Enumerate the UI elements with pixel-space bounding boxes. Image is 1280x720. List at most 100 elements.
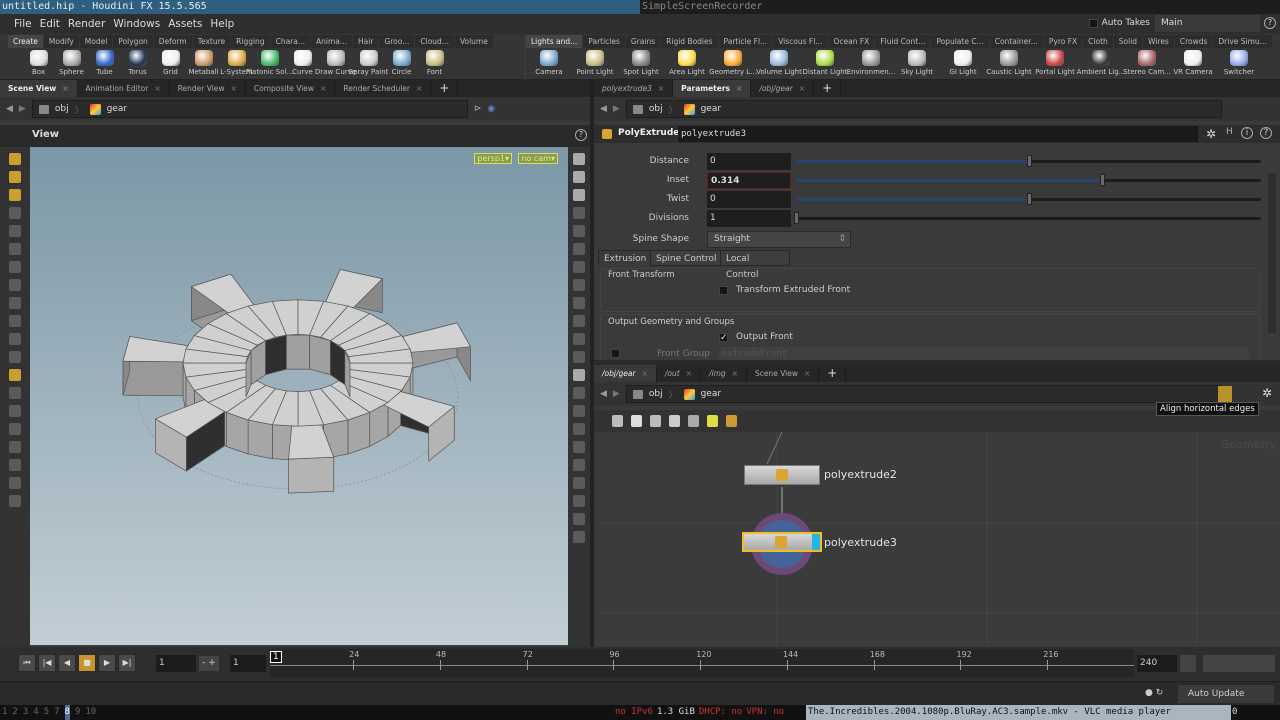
tab-parameters[interactable]: Parameters ×: [673, 80, 752, 97]
step-back-button[interactable]: |◀: [38, 654, 56, 672]
param-scrollbar[interactable]: [1268, 173, 1276, 333]
slider-handle[interactable]: [1026, 193, 1032, 205]
viewport-tool-icon[interactable]: [9, 171, 21, 183]
tab-local-control[interactable]: Local Control: [720, 250, 790, 280]
shelf-tab-fluid-cont[interactable]: Fluid Cont...: [875, 34, 931, 48]
info-icon[interactable]: i: [1241, 127, 1253, 139]
network-tool-icon[interactable]: [650, 415, 661, 427]
shelf-tab-deform[interactable]: Deform: [153, 34, 192, 48]
viewport-tool-icon[interactable]: [9, 189, 21, 201]
pin-icon[interactable]: ⊳: [474, 104, 482, 114]
back-icon[interactable]: ◀: [600, 104, 607, 114]
gear-icon[interactable]: ✲: [1262, 386, 1272, 400]
viewport-tool-icon[interactable]: [573, 531, 585, 543]
gear-icon[interactable]: ✲: [1206, 127, 1216, 141]
divisions-slider[interactable]: [794, 212, 1261, 224]
forward-icon[interactable]: ▶: [613, 104, 620, 114]
camera-menu[interactable]: persp1▾: [474, 153, 512, 164]
back-icon[interactable]: ◀: [6, 104, 13, 114]
viewport-tool-icon[interactable]: [9, 387, 21, 399]
shelf-tab-populate-c[interactable]: Populate C...: [931, 34, 989, 48]
inset-slider[interactable]: [796, 174, 1261, 186]
shelf-tab-model[interactable]: Model: [79, 34, 113, 48]
viewport-tool-icon[interactable]: [9, 369, 21, 381]
shelf-tool-camera[interactable]: Camera: [526, 50, 572, 76]
network-tool-icon[interactable]: [669, 415, 680, 427]
twist-field[interactable]: 0: [707, 191, 791, 208]
shelf-tool-tube[interactable]: Tube: [88, 50, 121, 76]
tab-render-scheduler[interactable]: Render Scheduler ×: [335, 80, 432, 97]
hda-icon[interactable]: H: [1226, 127, 1233, 137]
shelf-tool-ambient-lig[interactable]: Ambient Lig...: [1077, 50, 1125, 76]
shelf-tool-platonic-sol[interactable]: Platonic Sol...: [246, 50, 293, 76]
shelf-tool-metaball[interactable]: Metaball: [187, 50, 220, 76]
output-front-checkbox[interactable]: ✓: [719, 333, 728, 343]
viewport-tool-icon[interactable]: [573, 423, 585, 435]
shelf-tab-groo[interactable]: Groo...: [379, 34, 415, 48]
path-gear[interactable]: gear: [107, 104, 127, 114]
front-group-toggle[interactable]: [611, 349, 620, 358]
node-label-polyextrude2[interactable]: polyextrude2: [824, 468, 897, 481]
tab-render-view[interactable]: Render View ×: [170, 80, 246, 97]
viewport-tool-icon[interactable]: [573, 495, 585, 507]
tab-animation-editor[interactable]: Animation Editor ×: [78, 80, 170, 97]
shelf-tool-volume-light[interactable]: Volume Light: [756, 50, 802, 76]
viewport-tool-icon[interactable]: [9, 225, 21, 237]
shelf-tab-crowds[interactable]: Crowds: [1174, 34, 1213, 48]
tab-spine-control[interactable]: Spine Control: [650, 250, 723, 266]
viewport-tool-icon[interactable]: [573, 333, 585, 345]
inset-field[interactable]: 0.314: [707, 172, 791, 189]
viewport-tool-icon[interactable]: [573, 405, 585, 417]
viewport-tool-icon[interactable]: [9, 441, 21, 453]
viewport-tool-icon[interactable]: [9, 261, 21, 273]
shelf-tool-point-light[interactable]: Point Light: [572, 50, 618, 76]
twist-slider[interactable]: [796, 193, 1261, 205]
viewport-tool-icon[interactable]: [9, 297, 21, 309]
shelf-tab-volume[interactable]: Volume: [454, 34, 493, 48]
shelf-tool-sphere[interactable]: Sphere: [55, 50, 88, 76]
key-icon[interactable]: [1180, 655, 1196, 672]
shelf-tab-container[interactable]: Container...: [989, 34, 1043, 48]
shelf-tool-geometry-l[interactable]: Geometry L...: [709, 50, 757, 76]
start-frame-field[interactable]: 1: [230, 655, 266, 672]
menu-help[interactable]: Help: [210, 18, 234, 30]
workspace-3[interactable]: 3: [23, 705, 28, 720]
shelf-tab-anima[interactable]: Anima...: [311, 34, 353, 48]
sticky-icon[interactable]: [1218, 386, 1232, 402]
path-gear[interactable]: gear: [701, 104, 721, 114]
workspace-1[interactable]: 1: [2, 705, 7, 720]
node-label-polyextrude3[interactable]: polyextrude3: [824, 536, 897, 549]
shelf-tool-box[interactable]: Box: [22, 50, 55, 76]
shelf-tool-environmen[interactable]: Environmen...: [847, 50, 895, 76]
slider-handle[interactable]: [1099, 174, 1105, 186]
shelf-tool-area-light[interactable]: Area Light: [664, 50, 710, 76]
shelf-tab-rigid-bodies[interactable]: Rigid Bodies: [661, 34, 718, 48]
playback-options[interactable]: [1203, 655, 1275, 672]
other-window-title[interactable]: SimpleScreenRecorder: [640, 0, 762, 14]
shelf-tab-cloud[interactable]: Cloud...: [415, 34, 454, 48]
shelf-tab-viscous-fl[interactable]: Viscous Fl...: [773, 34, 828, 48]
add-tab-button[interactable]: +: [814, 80, 842, 97]
shelf-tool-distant-light[interactable]: Distant Light: [802, 50, 848, 76]
auto-update-select[interactable]: Auto Update: [1178, 685, 1274, 703]
viewport-tool-icon[interactable]: [573, 279, 585, 291]
play-button[interactable]: ▶: [98, 654, 116, 672]
viewport-tool-icon[interactable]: [9, 279, 21, 291]
shelf-tool-font[interactable]: Font: [418, 50, 451, 76]
tab-obj-gear[interactable]: /obj/gear ×: [594, 365, 657, 382]
viewport-tool-icon[interactable]: [573, 369, 585, 381]
slider-handle[interactable]: [1026, 155, 1032, 167]
viewport-tool-icon[interactable]: [573, 351, 585, 363]
shelf-tool-vr-camera[interactable]: VR Camera: [1170, 50, 1216, 76]
play-reverse-button[interactable]: ◀: [58, 654, 76, 672]
viewport-tool-icon[interactable]: [9, 207, 21, 219]
shelf-tab-modify[interactable]: Modify: [43, 34, 79, 48]
shelf-tab-particles[interactable]: Particles: [583, 34, 625, 48]
network-tool-icon[interactable]: [612, 415, 623, 427]
shelf-tool-switcher[interactable]: Switcher: [1216, 50, 1262, 76]
forward-icon[interactable]: ▶: [19, 104, 26, 114]
viewport-tool-icon[interactable]: [573, 513, 585, 525]
playhead-marker[interactable]: 1: [270, 651, 282, 663]
tab-img[interactable]: /img ×: [701, 365, 747, 382]
cook-icon[interactable]: ● ↻: [1145, 688, 1163, 698]
